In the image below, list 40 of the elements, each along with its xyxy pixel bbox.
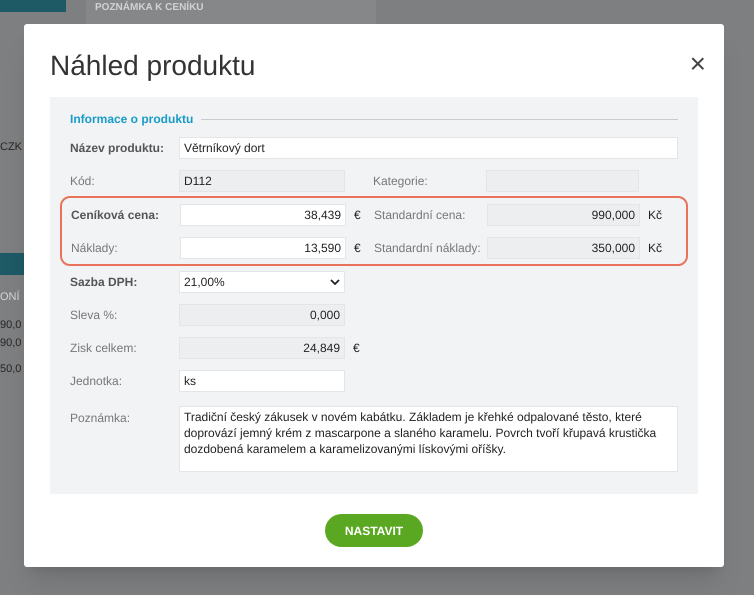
table-cell: ONÍ	[0, 290, 20, 304]
input-field: 990,000	[487, 204, 640, 226]
input-field[interactable]: 38,439	[180, 204, 346, 226]
input-field[interactable]: Větrníkový dort	[179, 136, 678, 158]
field-label: Náklady:	[71, 240, 119, 256]
field-label: Ceníková cena:	[71, 206, 160, 224]
currency-label: €	[352, 340, 361, 356]
field-label: Standardní cena:	[373, 206, 466, 224]
field-label: Název produktu:	[70, 140, 166, 156]
field-label: Jednotka:	[70, 372, 124, 390]
field-label: Sazba DPH:	[70, 274, 138, 290]
header-bar	[0, 0, 66, 12]
select-field[interactable]: 21,00%	[179, 270, 345, 292]
note-textarea[interactable]: Tradiční český zákusek v novém kabátku. Základem je křehké odpalované těsto, které doprovází jemný krém z mascarpone a slaného karamelu. Povrch tvoří křupavá krustička dozdobená karamelem a karamelizovanými lískovými oříšky.	[179, 406, 678, 472]
input-field: 0,000	[179, 304, 345, 326]
currency-label: €	[353, 206, 362, 224]
header-bar	[0, 253, 24, 275]
input-field[interactable]: ks	[179, 370, 345, 392]
input-field: 24,849	[179, 336, 345, 358]
table-cell: CZK	[0, 140, 22, 154]
chevron-down-icon	[330, 278, 340, 284]
section-title: Informace o produktu	[70, 111, 194, 128]
table-cell: 50,0	[0, 362, 22, 376]
column-heading: POZNÁMKA K CENÍKU	[95, 2, 204, 14]
currency-label: Kč	[647, 206, 662, 224]
field-label: Kód:	[70, 172, 96, 190]
currency-label: €	[353, 240, 362, 256]
field-label: Zisk celkem:	[70, 340, 138, 356]
currency-label: Kč	[647, 240, 662, 256]
input-field[interactable]: 13,590	[180, 236, 346, 258]
input-field: D112	[179, 170, 345, 192]
field-label: Sleva %:	[70, 306, 118, 324]
table-cell: 90,0	[0, 336, 22, 350]
dialog-title: Náhled produktu	[50, 49, 256, 83]
input-field: 350,000	[487, 236, 640, 258]
table-cell: 90,0	[0, 318, 22, 332]
field-label: Standardní náklady:	[373, 240, 482, 256]
field-label: Kategorie:	[372, 172, 429, 190]
close-button[interactable]: ×	[690, 52, 706, 76]
field-label: Poznámka:	[70, 410, 132, 427]
